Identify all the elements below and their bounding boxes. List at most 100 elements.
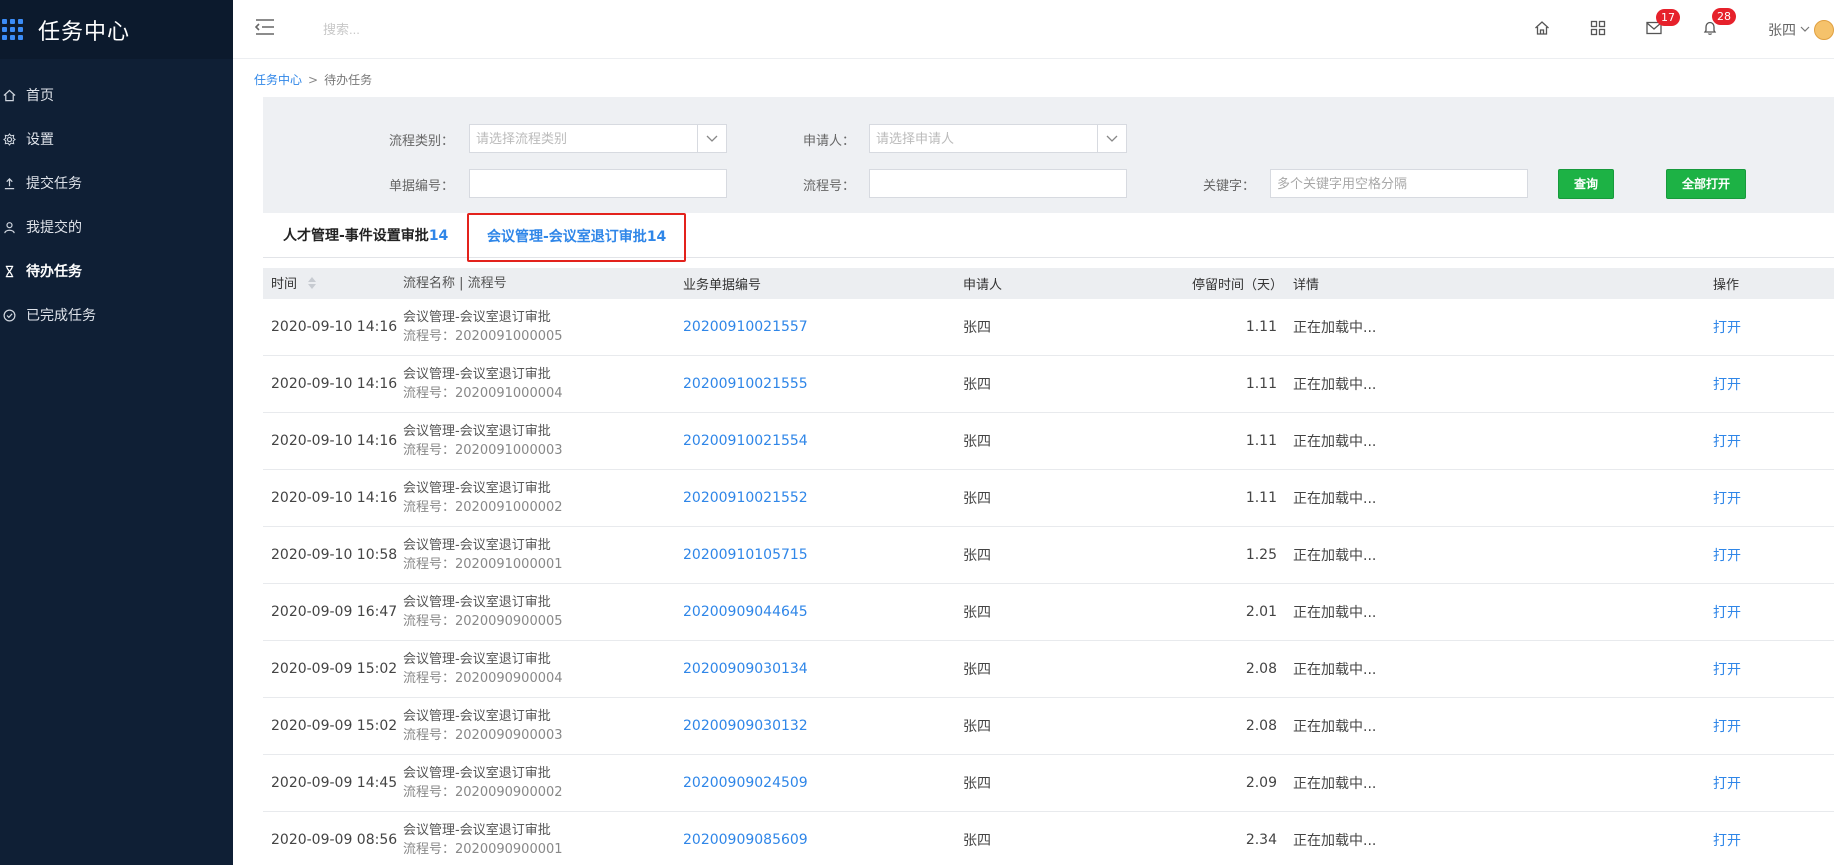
flow-number-field[interactable] <box>869 169 1127 198</box>
column-header-stay: 停留时间（天） <box>1191 278 1283 293</box>
flow-number: 流程号：2020090900002 <box>403 785 563 800</box>
row-detail: 正在加载中... <box>1293 377 1377 393</box>
user-menu[interactable]: 张四 <box>1768 19 1834 40</box>
doc-number-link[interactable]: 20200910105715 <box>683 547 963 563</box>
row-stay-days: 1.11 <box>1245 319 1277 335</box>
sidebar-item-home[interactable]: 首页 <box>0 73 233 117</box>
flow-number-input[interactable] <box>876 170 1126 197</box>
row-time: 2020-09-10 10:58 <box>271 547 398 563</box>
doc-number-link[interactable]: 20200910021552 <box>683 490 963 506</box>
query-button[interactable]: 查询 <box>1558 169 1614 199</box>
doc-number-link[interactable]: 20200909030132 <box>683 718 963 734</box>
open-link[interactable]: 打开 <box>1713 374 1813 394</box>
top-header: 17 28 张四 <box>233 0 1834 59</box>
table-row: 2020-09-10 10:58 会议管理-会议室退订审批 流程号：202009… <box>263 527 1834 584</box>
table-row: 2020-09-09 15:02 会议管理-会议室退订审批 流程号：202009… <box>263 641 1834 698</box>
avatar[interactable] <box>1814 19 1834 40</box>
flow-name: 会议管理-会议室退订审批 <box>403 823 551 838</box>
sidebar-item-completed-tasks[interactable]: 已完成任务 <box>0 293 233 337</box>
doc-number-link[interactable]: 20200910021554 <box>683 433 963 449</box>
sidebar-item-label: 提交任务 <box>26 176 82 192</box>
chevron-down-icon[interactable] <box>1097 125 1126 152</box>
row-flow-name: 会议管理-会议室退订审批 流程号：2020090900001 <box>403 821 683 859</box>
notifications-button[interactable]: 28 <box>1682 7 1738 40</box>
keyword-field[interactable] <box>1270 169 1528 198</box>
doc-number-link[interactable]: 20200909030134 <box>683 661 963 677</box>
open-link[interactable]: 打开 <box>1713 773 1813 793</box>
doc-number-link[interactable]: 20200909044645 <box>683 604 963 620</box>
flow-name: 会议管理-会议室退订审批 <box>403 481 551 496</box>
table-row: 2020-09-10 14:16 会议管理-会议室退订审批 流程号：202009… <box>263 413 1834 470</box>
row-applicant: 张四 <box>963 434 991 450</box>
category-select[interactable]: 请选择流程类别 <box>469 124 727 153</box>
home-icon <box>2 88 16 102</box>
flow-name: 会议管理-会议室退订审批 <box>403 367 551 382</box>
row-detail: 正在加载中... <box>1293 605 1377 621</box>
flow-number: 流程号：2020090900003 <box>403 728 563 743</box>
open-link[interactable]: 打开 <box>1713 659 1813 679</box>
gear-icon <box>2 132 16 146</box>
open-link[interactable]: 打开 <box>1713 830 1813 850</box>
doc-number-link[interactable]: 20200909024509 <box>683 775 963 791</box>
row-time: 2020-09-10 14:16 <box>271 376 398 392</box>
tab-meeting-room-cancel-approval[interactable]: 会议管理-会议室退订审批14 <box>467 213 687 262</box>
sidebar-item-label: 首页 <box>26 88 54 104</box>
keyword-input[interactable] <box>1277 170 1527 197</box>
doc-number-field[interactable] <box>469 169 727 198</box>
open-link[interactable]: 打开 <box>1713 716 1813 736</box>
sidebar-item-pending-tasks[interactable]: 待办任务 <box>0 249 233 293</box>
open-link[interactable]: 打开 <box>1713 545 1813 565</box>
flow-number: 流程号：2020091000003 <box>403 443 563 458</box>
upload-icon <box>2 176 16 190</box>
applicant-select-value: 请选择申请人 <box>876 131 955 146</box>
sort-icon[interactable] <box>307 276 317 294</box>
open-link[interactable]: 打开 <box>1713 317 1813 337</box>
sidebar-menu: 首页 设置 提交任务 我提交的 待办任务 已完成任务 <box>0 73 233 337</box>
doc-number-link[interactable]: 20200909085609 <box>683 832 963 848</box>
table-row: 2020-09-09 14:45 会议管理-会议室退订审批 流程号：202009… <box>263 755 1834 812</box>
row-applicant: 张四 <box>963 491 991 507</box>
notification-count-badge: 28 <box>1712 7 1736 25</box>
row-applicant: 张四 <box>963 377 991 393</box>
row-detail: 正在加载中... <box>1293 434 1377 450</box>
row-applicant: 张四 <box>963 662 991 678</box>
row-applicant: 张四 <box>963 719 991 735</box>
tab-talent-event-approval[interactable]: 人才管理-事件设置审批14 <box>283 213 448 259</box>
doc-number-link[interactable]: 20200910021555 <box>683 376 963 392</box>
check-circle-icon <box>2 308 16 322</box>
sidebar-item-label: 已完成任务 <box>26 308 96 324</box>
row-stay-days: 2.01 <box>1245 604 1277 620</box>
search-input[interactable] <box>323 17 623 41</box>
category-label: 流程类别： <box>389 134 455 149</box>
doc-number-input[interactable] <box>476 170 726 197</box>
apps-grid-icon[interactable] <box>2 18 24 41</box>
flow-name: 会议管理-会议室退订审批 <box>403 766 551 781</box>
home-button[interactable] <box>1514 20 1570 40</box>
keyword-label: 关键字： <box>1203 179 1256 194</box>
user-name: 张四 <box>1768 22 1796 39</box>
mail-button[interactable]: 17 <box>1626 8 1682 39</box>
sidebar-item-settings[interactable]: 设置 <box>0 117 233 161</box>
flow-number: 流程号：2020091000005 <box>403 329 563 344</box>
open-link[interactable]: 打开 <box>1713 602 1813 622</box>
column-header-time[interactable]: 时间 <box>263 273 403 294</box>
row-flow-name: 会议管理-会议室退订审批 流程号：2020090900004 <box>403 650 683 688</box>
row-detail: 正在加载中... <box>1293 548 1377 564</box>
table-row: 2020-09-10 14:16 会议管理-会议室退订审批 流程号：202009… <box>263 470 1834 527</box>
menu-toggle-icon[interactable] <box>254 18 275 36</box>
apps-button[interactable] <box>1570 20 1626 40</box>
applicant-select[interactable]: 请选择申请人 <box>869 124 1127 153</box>
task-table: 时间 流程名称 | 流程号 业务单据编号 申请人 停留时间（天） 详情 操作 2… <box>263 268 1834 865</box>
sidebar-item-submit-task[interactable]: 提交任务 <box>0 161 233 205</box>
open-link[interactable]: 打开 <box>1713 431 1813 451</box>
row-time: 2020-09-10 14:16 <box>271 490 398 506</box>
open-all-button[interactable]: 全部打开 <box>1666 169 1746 199</box>
hourglass-icon <box>2 264 16 278</box>
sidebar-item-my-submitted[interactable]: 我提交的 <box>0 205 233 249</box>
breadcrumb-root-link[interactable]: 任务中心 <box>254 73 302 87</box>
open-link[interactable]: 打开 <box>1713 488 1813 508</box>
user-icon <box>2 220 16 234</box>
column-header-operation: 操作 <box>1713 278 1740 293</box>
doc-number-link[interactable]: 20200910021557 <box>683 319 963 335</box>
chevron-down-icon[interactable] <box>697 125 726 152</box>
